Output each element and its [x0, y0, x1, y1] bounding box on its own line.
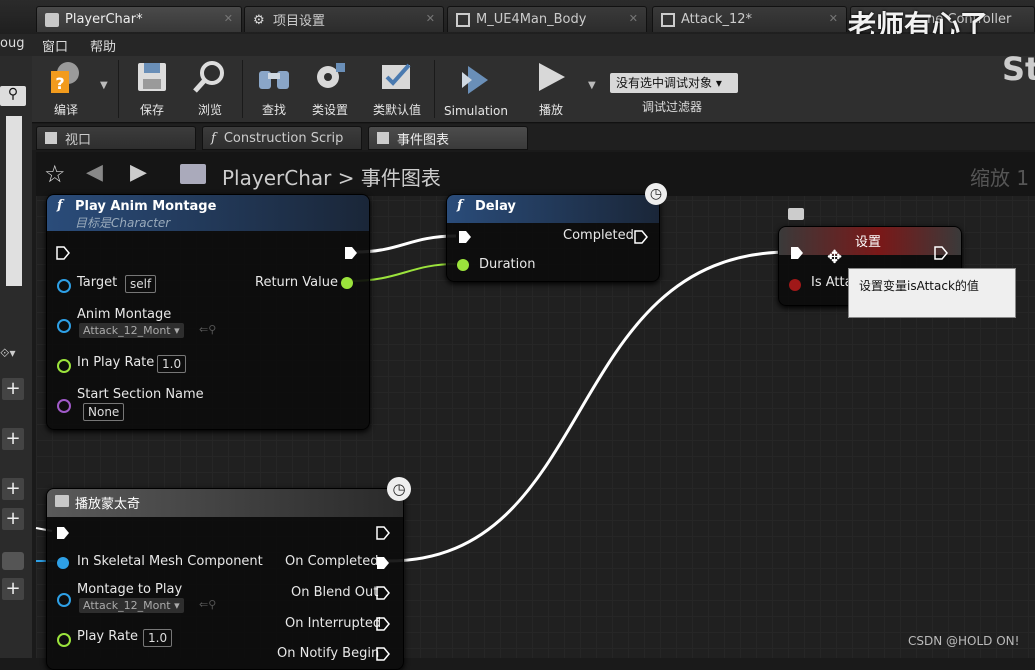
completed-exec-pin[interactable] [633, 229, 649, 245]
browse-icon[interactable]: ⇐⚲ [199, 323, 216, 336]
blueprint-icon [180, 164, 206, 184]
on-notify-begin-exec-pin[interactable] [375, 646, 391, 662]
montage-dropdown[interactable]: Attack_12_Mont ▾ [79, 598, 184, 613]
breadcrumb-root[interactable]: PlayerChar [222, 166, 331, 190]
breadcrumb-current: 事件图表 [360, 166, 441, 190]
anim-montage-pin[interactable] [57, 319, 71, 333]
exec-out-pin[interactable] [375, 525, 391, 541]
node-header: 播放蒙太奇 [47, 489, 403, 517]
return-value-pin[interactable] [341, 277, 353, 289]
comment-bubble-icon[interactable] [788, 208, 804, 220]
star-icon[interactable]: ☆ [44, 160, 66, 188]
tooltip: 设置变量isAttack的值 [848, 268, 1016, 318]
exec-in-pin[interactable] [789, 245, 805, 261]
is-attack-pin[interactable] [789, 279, 801, 291]
browse-icon[interactable]: ⇐⚲ [199, 598, 216, 611]
in-play-rate-pin[interactable] [57, 359, 71, 373]
node-play-anim-montage[interactable]: f Play Anim Montage 目标是Character Target … [46, 194, 370, 430]
exec-wire [355, 234, 457, 254]
exec-in-pin[interactable] [55, 245, 71, 261]
skeletal-mesh-pin[interactable] [57, 557, 69, 569]
graph-breadcrumb-bar: ☆ ◀ ▶ PlayerChar > 事件图表 缩放 1 [36, 152, 1035, 196]
node-header: f Delay [447, 195, 659, 223]
anim-montage-dropdown[interactable]: Attack_12_Mont ▾ [79, 323, 184, 338]
duration-pin[interactable] [457, 259, 469, 271]
node-header: f Play Anim Montage 目标是Character [47, 195, 369, 231]
exec-in-pin[interactable] [55, 525, 71, 541]
macro-icon [55, 495, 69, 507]
breadcrumb: PlayerChar > 事件图表 [222, 166, 441, 190]
on-blend-out-exec-pin[interactable] [375, 585, 391, 601]
exec-in-pin[interactable] [457, 229, 473, 245]
forward-arrow-icon[interactable]: ▶ [130, 160, 147, 185]
zoom-label: 缩放 1 [970, 166, 1030, 190]
function-icon: f [57, 198, 63, 213]
node-delay[interactable]: f Delay ◷ Completed Duration [446, 183, 667, 282]
function-icon: f [457, 198, 463, 213]
exec-out-pin[interactable] [933, 245, 949, 261]
move-cursor-icon: ✥ [827, 247, 843, 268]
start-section-pin[interactable] [57, 399, 71, 413]
node-play-montage[interactable]: 播放蒙太奇 ◷ In Skeletal Mesh Component On Co… [46, 477, 411, 670]
back-arrow-icon[interactable]: ◀ [86, 160, 103, 185]
play-rate-pin[interactable] [57, 633, 71, 647]
target-pin[interactable] [57, 279, 71, 293]
exec-out-pin[interactable] [343, 245, 359, 261]
exec-wire [387, 250, 791, 563]
credit-watermark: CSDN @HOLD ON! [908, 634, 1020, 648]
on-interrupted-exec-pin[interactable] [375, 616, 391, 632]
montage-to-play-pin[interactable] [57, 593, 71, 607]
clock-icon: ◷ [387, 477, 411, 501]
clock-icon: ◷ [645, 183, 667, 205]
on-completed-exec-pin[interactable] [375, 555, 391, 571]
